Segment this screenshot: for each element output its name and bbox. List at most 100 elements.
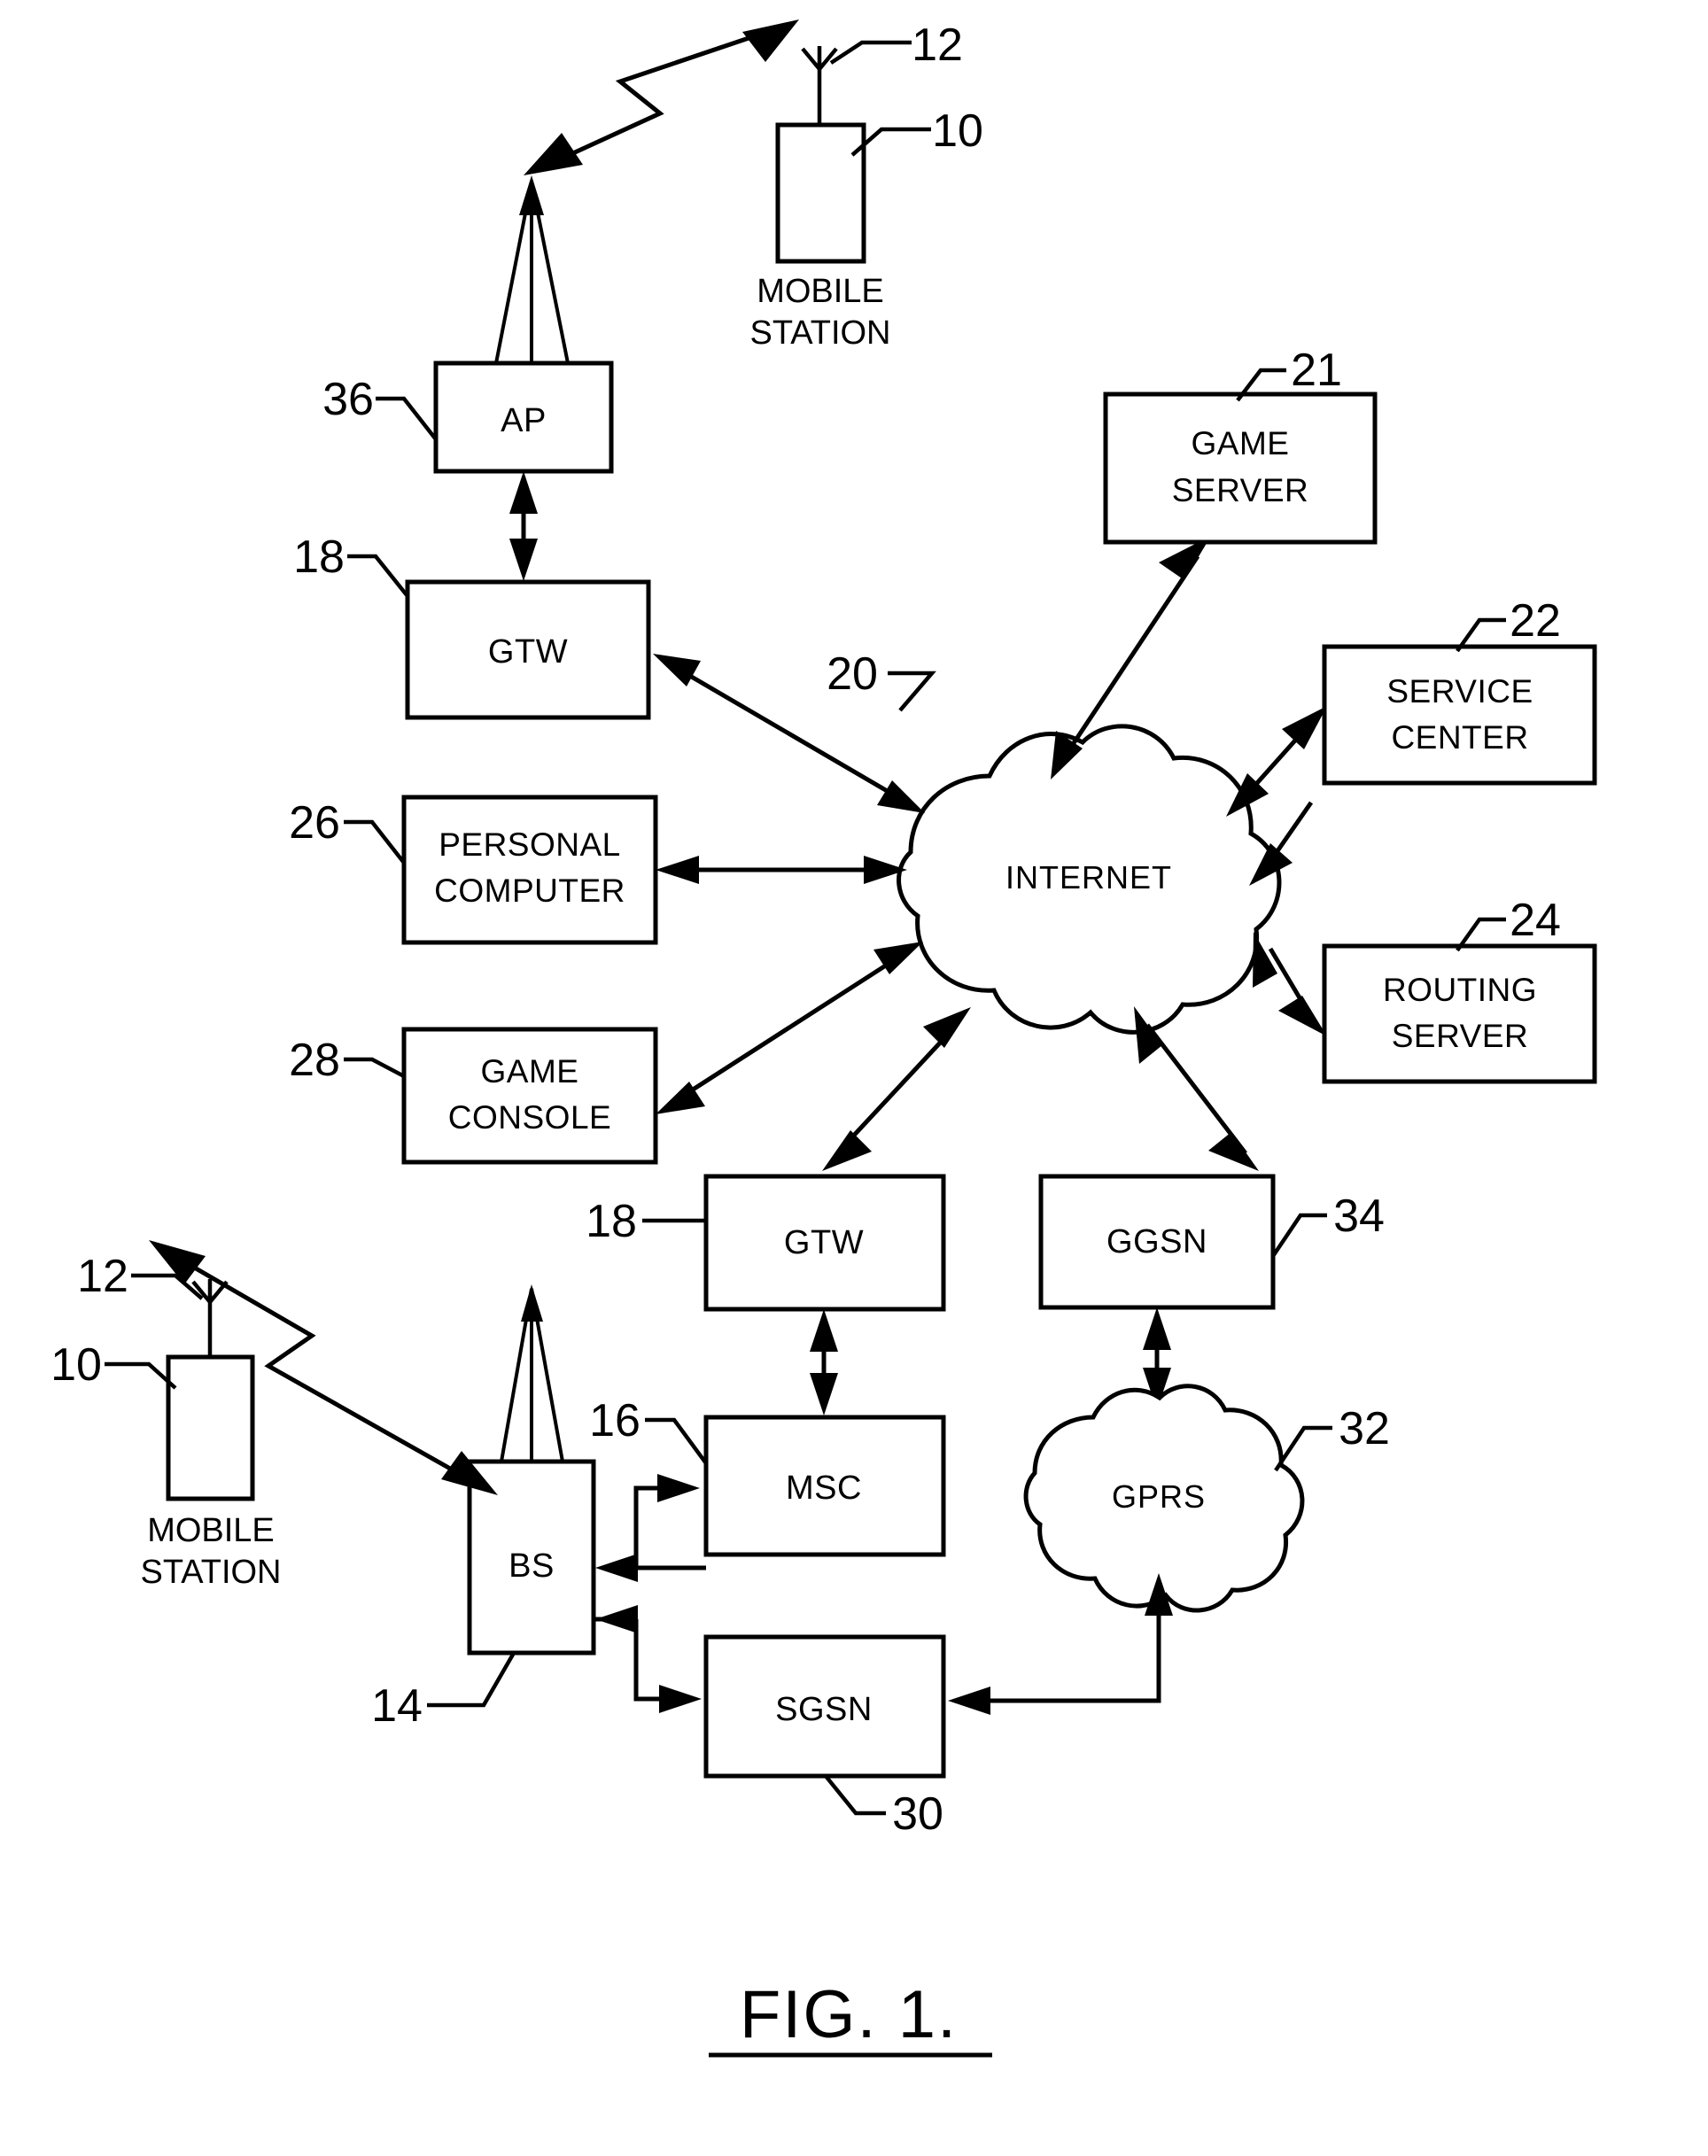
mobile-station-bottom-label-line1: MOBILE	[147, 1512, 275, 1549]
link-internet-routingserver	[1253, 932, 1327, 1036]
ref-18-top-group: 18	[293, 531, 409, 598]
personal-computer-node[interactable]: PERSONAL COMPUTER	[401, 795, 658, 945]
sgsn-label: SGSN	[775, 1691, 873, 1728]
ref-36-leader	[376, 396, 438, 441]
link-internet-ggsn	[1134, 1006, 1259, 1171]
service-center-label-line2: CENTER	[1391, 719, 1528, 756]
ref-32: 32	[1339, 1403, 1390, 1454]
mobile-station-top-group: MOBILE STATION 12 10	[749, 19, 982, 352]
ref-28-leader	[344, 1057, 406, 1078]
ref-24-group: 24	[1456, 895, 1561, 952]
bs-tower-icon	[499, 1284, 565, 1463]
link-gtwtop-internet	[653, 654, 925, 813]
game-console-label-line1: GAME	[481, 1053, 579, 1090]
mobile-station-top-label-line2: STATION	[749, 314, 890, 352]
ref-12-bottom-leader	[131, 1273, 204, 1300]
figure-caption-group: FIG. 1.	[709, 1977, 992, 2058]
ref-16-leader	[645, 1417, 708, 1465]
ref-34-leader	[1271, 1213, 1327, 1258]
game-server-node[interactable]: GAME SERVER	[1103, 392, 1378, 545]
gtw-top-node[interactable]: GTW	[405, 579, 651, 720]
game-server-box[interactable]	[1103, 392, 1378, 545]
ap-tower-icon	[493, 175, 571, 365]
ref-16-group: 16	[589, 1395, 708, 1465]
ref-32-leader	[1274, 1425, 1332, 1472]
ref-36-group: 36	[322, 374, 438, 441]
ref-12-top: 12	[912, 19, 963, 71]
routing-server-node[interactable]: ROUTING SERVER	[1322, 943, 1597, 1084]
link-pc-internet	[656, 856, 907, 884]
ref-20: 20	[827, 648, 878, 700]
figure-caption: FIG. 1.	[740, 1977, 958, 2052]
game-console-box[interactable]	[401, 1027, 658, 1165]
ref-10-bottom: 10	[50, 1339, 102, 1391]
msc-node[interactable]: MSC	[703, 1415, 946, 1557]
ref-36: 36	[322, 374, 374, 425]
ref-18-bottom-group: 18	[586, 1196, 706, 1247]
ref-30-group: 30	[824, 1774, 943, 1840]
gprs-cloud-node[interactable]: GPRS	[1023, 1384, 1305, 1613]
link-ap-gtw	[509, 471, 538, 581]
link-bs-sgsn	[595, 1605, 702, 1713]
internet-cloud-node[interactable]: INTERNET	[897, 724, 1282, 1035]
ref-22: 22	[1510, 595, 1561, 647]
ref-10-top: 10	[932, 105, 983, 157]
link-gtwbottom-msc	[810, 1309, 838, 1415]
link-internet-gtwbottom	[822, 1007, 971, 1171]
mobile-station-bottom-group: MOBILE STATION 12 10	[50, 1251, 281, 1591]
ref-34-group: 34	[1271, 1190, 1385, 1258]
service-center-label-line1: SERVICE	[1386, 673, 1533, 710]
service-center-box[interactable]	[1322, 644, 1597, 786]
bs-label: BS	[509, 1547, 555, 1585]
ref-34: 34	[1333, 1190, 1385, 1242]
ref-16: 16	[589, 1395, 640, 1446]
patent-figure: MOBILE STATION 12 10 AP 36 GTW 18 INTERN…	[0, 0, 1708, 2156]
link-internet-servicecenter	[1226, 706, 1327, 817]
game-console-node[interactable]: GAME CONSOLE	[401, 1027, 658, 1165]
ref-28-group: 28	[289, 1035, 406, 1086]
ref-14-leader	[427, 1651, 516, 1708]
ref-32-group: 32	[1274, 1403, 1390, 1472]
link-msc-bs	[595, 1474, 706, 1582]
routing-server-box[interactable]	[1322, 943, 1597, 1084]
ref-12-bottom: 12	[77, 1251, 128, 1302]
game-server-label-line2: SERVER	[1172, 472, 1309, 508]
ap-node[interactable]: AP	[433, 361, 614, 474]
ref-26-group: 26	[289, 797, 406, 865]
mobile-station-top-body	[775, 122, 866, 264]
ref-22-group: 22	[1456, 595, 1561, 653]
ref-28: 28	[289, 1035, 340, 1086]
routing-server-label-line1: ROUTING	[1383, 972, 1537, 1008]
network-architecture-diagram: MOBILE STATION 12 10 AP 36 GTW 18 INTERN…	[50, 19, 1597, 2058]
ref-24: 24	[1510, 895, 1561, 946]
ref-30: 30	[892, 1788, 943, 1840]
ref-12-leader	[829, 40, 912, 65]
ref-30-leader	[824, 1774, 886, 1816]
ref-18-top-leader	[347, 554, 409, 598]
gtw-top-label: GTW	[488, 633, 568, 671]
ref-20-group: 20	[827, 648, 936, 712]
ref-14: 14	[371, 1680, 423, 1732]
ref-26-leader	[344, 819, 406, 865]
ref-26: 26	[289, 797, 340, 849]
ref-18-bottom: 18	[586, 1196, 637, 1247]
msc-label: MSC	[786, 1470, 862, 1507]
personal-computer-box[interactable]	[401, 795, 658, 945]
mobile-station-top-label-line1: MOBILE	[757, 273, 884, 310]
ref-14-group: 14	[371, 1651, 516, 1732]
gtw-bottom-label: GTW	[784, 1224, 864, 1261]
wireless-link-top	[524, 19, 799, 175]
game-server-label-line1: GAME	[1192, 425, 1290, 461]
personal-computer-label-line2: COMPUTER	[434, 872, 625, 909]
ggsn-node[interactable]: GGSN	[1038, 1174, 1276, 1310]
ref-20-leader	[888, 671, 936, 712]
ref-10-bottom-leader	[105, 1361, 177, 1390]
game-console-label-line2: CONSOLE	[448, 1099, 611, 1136]
ref-18-top: 18	[293, 531, 345, 583]
routing-server-label-line2: SERVER	[1392, 1018, 1529, 1054]
mobile-station-bottom-body	[166, 1354, 255, 1501]
ap-label: AP	[501, 402, 547, 439]
gtw-bottom-node[interactable]: GTW	[703, 1174, 946, 1312]
service-center-node[interactable]: SERVICE CENTER	[1322, 644, 1597, 786]
sgsn-node[interactable]: SGSN	[703, 1634, 946, 1779]
